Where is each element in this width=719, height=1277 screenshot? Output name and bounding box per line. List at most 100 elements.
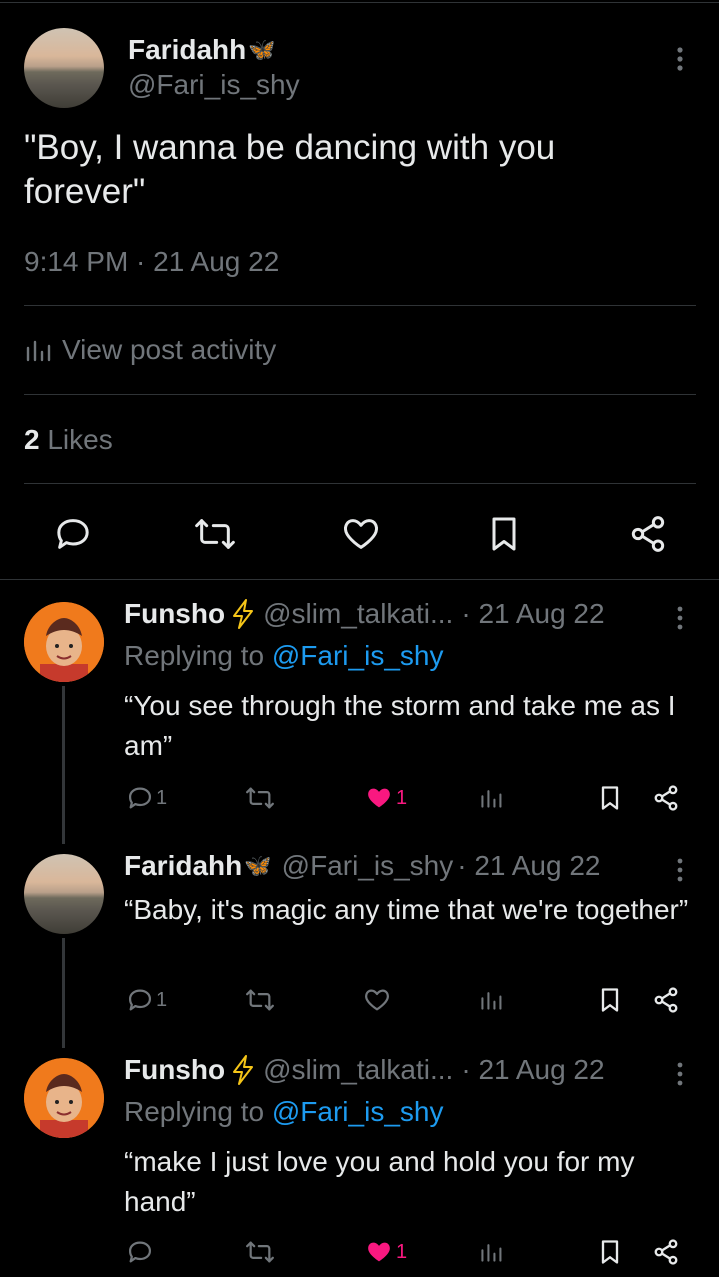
- replying-to: Replying to @Fari_is_shy: [124, 1096, 443, 1128]
- views-button[interactable]: [479, 988, 503, 1012]
- share-icon: [654, 785, 678, 811]
- bookmark-icon: [492, 517, 516, 551]
- section-divider: [0, 579, 719, 580]
- heart-outline-icon: [365, 989, 389, 1011]
- reply-header: Funsho @slim_talkati... · 21 Aug 22: [124, 598, 605, 630]
- reply-text: “make I just love you and hold you for m…: [124, 1146, 635, 1217]
- reply-button[interactable]: 1: [126, 986, 167, 1014]
- likes-count: 2: [24, 424, 40, 455]
- retweet-icon: [246, 787, 274, 809]
- author-name[interactable]: Faridahh: [128, 34, 246, 66]
- reply-date: · 21 Aug 22: [461, 598, 605, 629]
- share-button[interactable]: [652, 784, 680, 812]
- reply-author-handle[interactable]: @slim_talkati...: [263, 1054, 453, 1086]
- retweet-button[interactable]: [244, 986, 276, 1014]
- replying-prefix: Replying to: [124, 1096, 265, 1127]
- like-count: 1: [396, 786, 408, 809]
- like-button[interactable]: 1: [364, 784, 407, 812]
- thread-line: [62, 686, 65, 844]
- lightning-emoji: [231, 1055, 255, 1085]
- author-handle[interactable]: @Fari_is_shy: [128, 69, 300, 101]
- author-avatar[interactable]: [24, 28, 104, 108]
- reply-icon: [57, 519, 89, 549]
- likes-summary[interactable]: 2 Likes: [24, 424, 113, 456]
- replying-prefix: Replying to: [124, 640, 265, 671]
- bookmark-button[interactable]: [598, 784, 622, 812]
- retweet-button[interactable]: [244, 1238, 276, 1266]
- reply-button[interactable]: 1: [126, 784, 167, 812]
- analytics-icon: [481, 790, 502, 808]
- retweet-icon: [195, 519, 235, 549]
- replying-to: Replying to @Fari_is_shy: [124, 640, 443, 672]
- reply-icon: [128, 989, 152, 1011]
- more-options-icon[interactable]: [670, 603, 690, 633]
- reply-author-handle[interactable]: @slim_talkati...: [263, 598, 453, 630]
- heart-filled-icon: [368, 788, 390, 808]
- reply-avatar[interactable]: [24, 1058, 104, 1138]
- analytics-icon: [24, 338, 52, 362]
- share-icon: [654, 987, 678, 1013]
- reply-avatar[interactable]: [24, 854, 104, 934]
- lightning-emoji: [231, 599, 255, 629]
- more-options-icon[interactable]: [670, 1059, 690, 1089]
- reply-date: · 21 Aug 22: [457, 850, 601, 881]
- divider: [24, 305, 696, 306]
- reply-author-name[interactable]: Funsho: [124, 598, 225, 630]
- divider: [24, 483, 696, 484]
- reply-avatar[interactable]: [24, 602, 104, 682]
- butterfly-emoji: 🦋: [244, 853, 272, 878]
- bookmark-icon: [601, 786, 619, 810]
- replying-to-handle[interactable]: @Fari_is_shy: [272, 1096, 444, 1127]
- reply-count: 1: [156, 786, 168, 809]
- bookmark-button[interactable]: [598, 986, 622, 1014]
- bookmark-icon: [601, 988, 619, 1012]
- share-icon: [631, 516, 665, 552]
- replying-to-handle[interactable]: @Fari_is_shy: [272, 640, 444, 671]
- heart-filled-icon: [368, 1242, 390, 1262]
- more-options-icon[interactable]: [670, 44, 690, 74]
- more-options-icon[interactable]: [670, 855, 690, 885]
- share-button[interactable]: [652, 986, 680, 1014]
- share-icon: [654, 1239, 678, 1265]
- like-button[interactable]: 1: [364, 1238, 407, 1266]
- views-button[interactable]: [479, 1240, 503, 1264]
- retweet-button[interactable]: [244, 784, 276, 812]
- reply-header: Funsho @slim_talkati... · 21 Aug 22: [124, 1054, 605, 1086]
- views-button[interactable]: [479, 786, 503, 810]
- reply-icon: [128, 1241, 152, 1263]
- like-count: 1: [396, 1240, 408, 1263]
- reply-button[interactable]: [126, 1238, 154, 1266]
- heart-outline-icon: [344, 519, 378, 549]
- reply-icon: [128, 787, 152, 809]
- reply-count: 1: [156, 988, 168, 1011]
- likes-label: Likes: [47, 424, 113, 455]
- bookmark-icon: [601, 1240, 619, 1264]
- butterfly-emoji: 🦋: [248, 37, 276, 62]
- post-text: "Boy, I wanna be dancing with you foreve…: [24, 128, 556, 211]
- post-timestamp: 9:14 PM · 21 Aug 22: [24, 246, 280, 277]
- bookmark-button[interactable]: [486, 514, 522, 554]
- retweet-icon: [246, 989, 274, 1011]
- analytics-icon: [481, 992, 502, 1010]
- reply-button[interactable]: [53, 514, 93, 554]
- divider: [24, 394, 696, 395]
- like-button[interactable]: [362, 986, 392, 1014]
- reply-date: · 21 Aug 22: [461, 1054, 605, 1085]
- top-border: [0, 2, 719, 3]
- reply-author-handle[interactable]: @Fari_is_shy: [282, 850, 454, 882]
- thread-line: [62, 938, 65, 1048]
- view-activity-link[interactable]: View post activity: [24, 334, 276, 366]
- share-button[interactable]: [652, 1238, 680, 1266]
- reply-author-name[interactable]: Faridahh: [124, 850, 242, 882]
- retweet-icon: [246, 1241, 274, 1263]
- reply-text: “Baby, it's magic any time that we're to…: [124, 894, 689, 925]
- retweet-button[interactable]: [193, 514, 237, 554]
- like-button[interactable]: [341, 514, 381, 554]
- bookmark-button[interactable]: [598, 1238, 622, 1266]
- reply-text: “You see through the storm and take me a…: [124, 690, 676, 761]
- analytics-icon: [481, 1244, 502, 1262]
- share-button[interactable]: [628, 514, 668, 554]
- reply-header: Faridahh 🦋 @Fari_is_shy · 21 Aug 22: [124, 850, 600, 882]
- reply-author-name[interactable]: Funsho: [124, 1054, 225, 1086]
- view-activity-label: View post activity: [62, 334, 277, 365]
